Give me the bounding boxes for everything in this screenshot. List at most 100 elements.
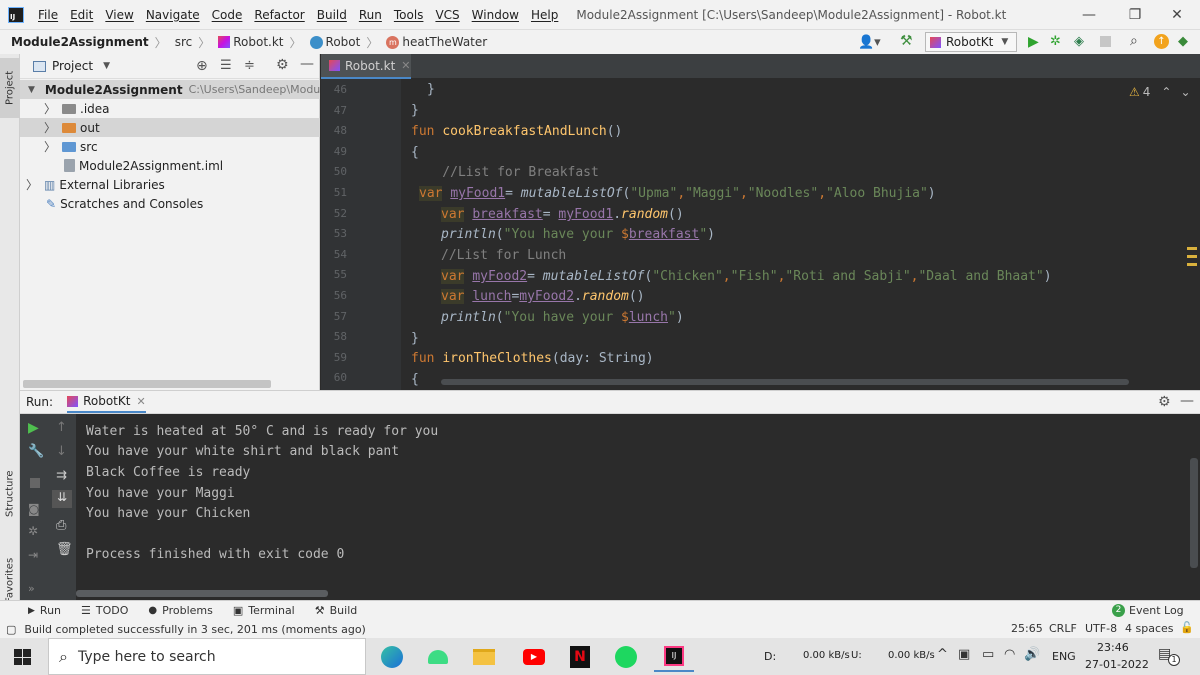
editor-horizontal-scrollbar[interactable] [441, 379, 1129, 385]
console-horizontal-scrollbar[interactable] [76, 590, 328, 597]
menu-help[interactable]: Help [525, 8, 564, 22]
breadcrumb-class[interactable]: Robot [309, 35, 360, 49]
chevron-up-icon[interactable]: ⌃ [1161, 85, 1171, 99]
rerun-icon[interactable]: ▶ [28, 420, 39, 436]
menu-file[interactable]: File [32, 8, 64, 22]
run-config-dropdown[interactable]: RobotKt ▼ [925, 32, 1017, 52]
close-icon[interactable]: ✕ [136, 395, 145, 408]
menu-tools[interactable]: Tools [388, 8, 430, 22]
collapse-all-icon[interactable]: ≑ [244, 58, 255, 73]
ide-features-icon[interactable]: ◆ [1178, 34, 1188, 49]
breadcrumb-project[interactable]: Module2Assignment [11, 35, 149, 49]
clock-date[interactable]: 27-01-2022 [1085, 658, 1149, 671]
more-icon[interactable]: » [28, 582, 35, 595]
build-hammer-icon[interactable]: ⚒ [900, 33, 913, 49]
debug-icon[interactable]: ✲ [1050, 34, 1061, 49]
updates-icon[interactable]: ↑ [1154, 34, 1169, 49]
chevron-down-icon[interactable]: ⌄ [1180, 85, 1190, 99]
exit-icon[interactable]: ⇥ [28, 548, 38, 562]
tree-item-out[interactable]: 〉 out [20, 118, 320, 137]
windows-start-icon[interactable] [14, 649, 31, 665]
stop-icon[interactable] [30, 478, 40, 488]
menu-vcs[interactable]: VCS [429, 8, 465, 22]
wifi-icon[interactable]: ◠ [1004, 647, 1015, 662]
taskbar-youtube-icon[interactable]: ▶ [514, 642, 554, 672]
menu-run[interactable]: Run [353, 8, 388, 22]
console-vertical-scrollbar[interactable] [1190, 458, 1198, 568]
soft-wrap-icon[interactable]: ⇉ [56, 468, 67, 483]
tool-tab-run[interactable]: ▶ Run [28, 604, 61, 617]
search-everywhere-icon[interactable]: ⌕ [1130, 33, 1138, 49]
menu-navigate[interactable]: Navigate [140, 8, 206, 22]
taskbar-spotify-icon[interactable] [606, 642, 646, 672]
breadcrumb-src[interactable]: src [175, 35, 193, 49]
menu-build[interactable]: Build [311, 8, 353, 22]
indent-setting[interactable]: 4 spaces [1125, 622, 1174, 635]
menu-edit[interactable]: Edit [64, 8, 99, 22]
run-tab-robotkt[interactable]: RobotKt ✕ [67, 391, 146, 413]
user-icon[interactable]: 👤▾ [858, 35, 881, 50]
stop-icon[interactable] [1100, 36, 1111, 47]
warnings-indicator[interactable]: ⚠ 4 ⌃ ⌄ [1129, 85, 1191, 99]
taskbar-intellij-icon[interactable]: IJ [654, 642, 694, 672]
tray-app-icon[interactable]: ▣ [958, 647, 970, 662]
arrow-down-icon[interactable]: ↓ [56, 444, 67, 459]
menu-refactor[interactable]: Refactor [248, 8, 310, 22]
taskbar-folder-icon[interactable] [464, 642, 504, 672]
taskbar-edge-icon[interactable] [372, 642, 412, 672]
gear-icon[interactable]: ⚙ [276, 57, 289, 73]
tree-item-idea[interactable]: 〉 .idea [20, 99, 320, 118]
tree-item-src[interactable]: 〉 src [20, 137, 320, 156]
line-separator[interactable]: CRLF [1049, 622, 1077, 635]
close-icon[interactable]: ✕ [401, 59, 410, 72]
tool-tab-terminal[interactable]: ▣ Terminal [233, 604, 295, 617]
chevron-down-icon[interactable]: ▼ [103, 61, 110, 71]
camera-icon[interactable]: ◙ [28, 502, 40, 516]
tab-structure-vertical[interactable]: Structure [0, 454, 20, 534]
tree-item-external-libraries[interactable]: 〉 ▥ External Libraries [20, 175, 320, 194]
intellij-logo-icon[interactable]: IJ [8, 6, 24, 23]
file-encoding[interactable]: UTF-8 [1085, 622, 1117, 635]
volume-icon[interactable]: 🔊 [1024, 647, 1040, 662]
project-view-label[interactable]: Project [52, 59, 93, 73]
breadcrumb-file[interactable]: Robot.kt [218, 35, 284, 49]
project-horizontal-scrollbar[interactable] [23, 380, 271, 388]
gear-icon[interactable]: ⚙ [1158, 394, 1171, 410]
wrench-icon[interactable]: 🔧 [28, 444, 44, 459]
menu-view[interactable]: View [99, 8, 139, 22]
language-indicator[interactable]: ENG [1052, 650, 1076, 663]
print-icon[interactable]: ⎙ [56, 518, 66, 533]
editor-tab-robot[interactable]: Robot.kt ✕ [321, 54, 411, 79]
tool-tab-todo[interactable]: ☰ TODO [81, 604, 128, 617]
tree-root-module[interactable]: ▼ Module2Assignment C:\Users\Sandeep\Mod… [20, 80, 320, 99]
tree-item-scratches[interactable]: ✎ Scratches and Consoles [20, 194, 320, 213]
run-console[interactable]: Water is heated at 50° C and is ready fo… [76, 414, 1200, 600]
hide-panel-icon[interactable]: — [300, 56, 314, 72]
event-log-button[interactable]: 2 Event Log [1112, 604, 1184, 617]
tab-project-vertical[interactable]: Project [0, 58, 20, 118]
code-editor[interactable]: 46 47 48 49 50 51 52 53 54 55 56 57 58 59 60 } } fun c… [321, 79, 1200, 390]
notification-center-icon[interactable]: ▤ 1 [1158, 646, 1180, 666]
lock-icon[interactable]: 🔓 [1180, 621, 1194, 634]
taskbar-netflix-icon[interactable]: N [560, 642, 600, 672]
taskbar-search-box[interactable]: ⌕ Type here to search [48, 638, 366, 675]
panel-toggle-icon[interactable]: ▢ [6, 623, 16, 636]
tool-tab-build[interactable]: ⚒ Build [315, 604, 358, 617]
tool-tab-problems[interactable]: ● Problems [148, 604, 212, 617]
hide-panel-icon[interactable]: — [1180, 393, 1194, 409]
taskbar-android-icon[interactable] [418, 642, 458, 672]
caret-position[interactable]: 25:65 [1011, 622, 1043, 635]
settings-icon[interactable]: ✲ [28, 524, 38, 538]
breadcrumb-method[interactable]: m heatTheWater [386, 35, 487, 49]
trash-icon[interactable]: 🗑 [56, 542, 73, 557]
menu-code[interactable]: Code [206, 8, 249, 22]
chevron-up-icon[interactable]: ^ [937, 647, 948, 662]
run-icon[interactable]: ▶ [1028, 34, 1039, 50]
tree-item-iml[interactable]: Module2Assignment.iml [20, 156, 320, 175]
restore-button[interactable]: ❐ [1112, 0, 1158, 29]
scroll-to-end-icon[interactable]: ⇊ [52, 490, 72, 508]
coverage-icon[interactable]: ◈ [1074, 34, 1084, 49]
locate-icon[interactable]: ⊕ [196, 58, 208, 74]
battery-icon[interactable]: ▭ [982, 647, 994, 662]
arrow-up-icon[interactable]: ↑ [56, 420, 67, 435]
